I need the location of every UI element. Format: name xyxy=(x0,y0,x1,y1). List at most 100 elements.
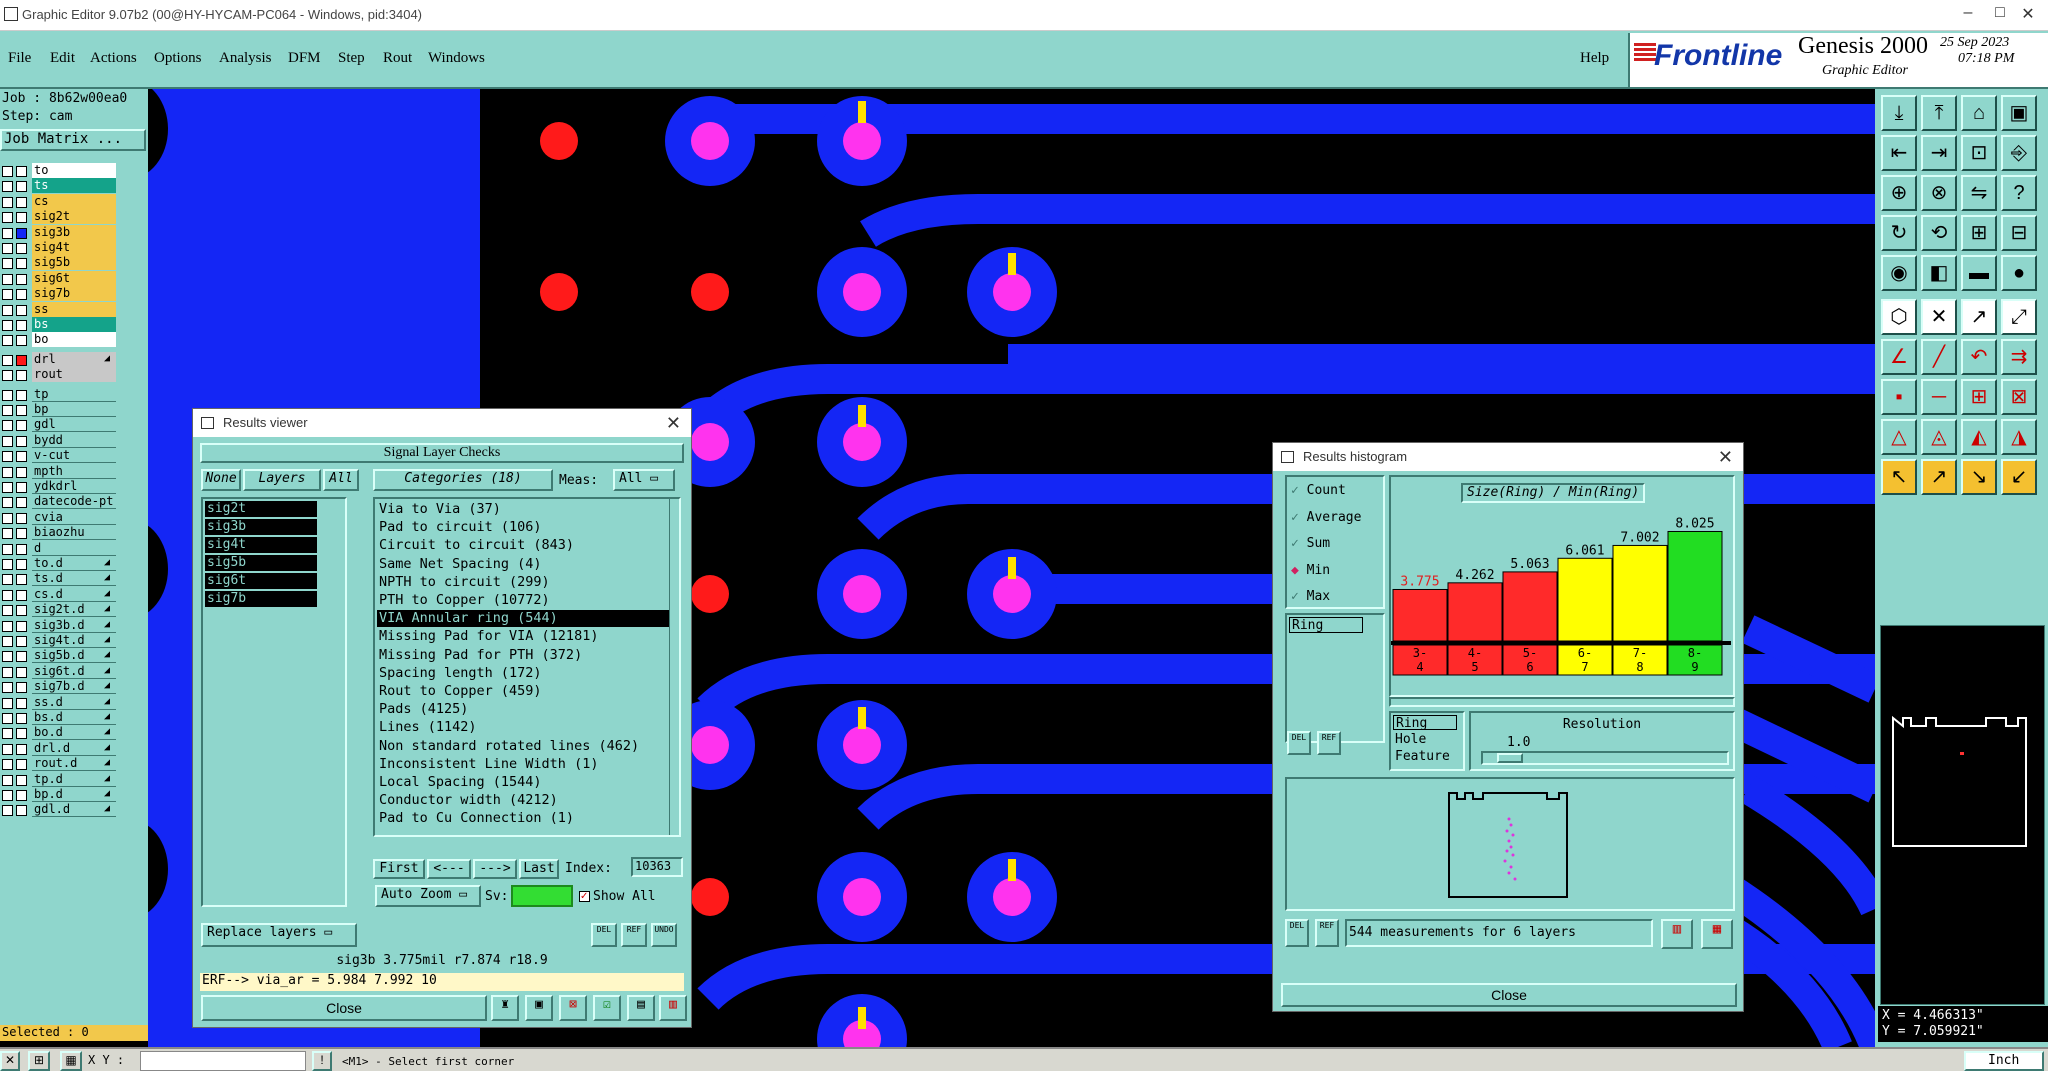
category-item[interactable]: Via to Via (37) xyxy=(377,501,669,518)
delete-icon[interactable]: DEL xyxy=(1287,731,1311,755)
layer-row[interactable]: bydd xyxy=(0,432,118,449)
layer-row[interactable]: sig6t xyxy=(0,270,118,287)
layers-button[interactable]: Layers xyxy=(243,469,321,491)
meas-select[interactable]: All ▭ xyxy=(613,469,675,491)
layer-checkbox[interactable] xyxy=(2,354,13,366)
result-layer-item[interactable]: sig6t xyxy=(205,573,317,589)
menu-analysis[interactable]: Analysis xyxy=(219,50,272,67)
flip-icon[interactable]: ⇉ xyxy=(2001,339,2037,375)
layer-checkbox[interactable] xyxy=(2,636,13,647)
units-select[interactable]: Inch xyxy=(1964,1051,2044,1071)
layer-checkbox[interactable] xyxy=(2,289,13,301)
category-item[interactable]: Missing Pad for PTH (372) xyxy=(377,647,669,664)
result-layer-item[interactable]: sig2t xyxy=(205,501,317,517)
right-icon[interactable]: ⇥ xyxy=(1921,135,1957,171)
chart-scrollbar[interactable] xyxy=(1389,697,1735,707)
mark-icon[interactable]: ⊠ xyxy=(559,995,587,1021)
minimap[interactable] xyxy=(1880,625,2045,1005)
option-max[interactable]: ✓ Max xyxy=(1291,589,1330,604)
layer-checkbox[interactable] xyxy=(2,697,13,709)
stretch-icon[interactable]: ⤢ xyxy=(2001,299,2037,335)
layer-row[interactable]: tp xyxy=(0,386,118,403)
layer-affected-checkbox[interactable] xyxy=(16,389,27,401)
type-item[interactable]: Ring xyxy=(1393,715,1457,731)
close-button[interactable]: Close xyxy=(201,995,487,1021)
check-icon[interactable]: ☑ xyxy=(593,995,621,1021)
layer-checkbox[interactable] xyxy=(2,759,13,771)
categories-button[interactable]: Categories (18) xyxy=(373,469,553,491)
histogram-bar[interactable] xyxy=(1447,582,1503,642)
undo-icon[interactable]: ⟲ xyxy=(1921,215,1957,251)
layer-checkbox[interactable] xyxy=(2,420,13,432)
category-item[interactable]: Pad to Cu Connection (1) xyxy=(377,810,669,827)
layer-affected-checkbox[interactable] xyxy=(16,559,27,570)
layer-affected-checkbox[interactable] xyxy=(16,405,27,416)
ref-icon[interactable]: REF xyxy=(621,923,647,947)
select-icon[interactable]: ▦ xyxy=(1701,919,1733,949)
slider-handle[interactable] xyxy=(1497,753,1523,763)
dash-icon[interactable]: ─ xyxy=(1921,379,1957,415)
layer-checkbox[interactable] xyxy=(2,728,13,740)
histogram-bar[interactable] xyxy=(1667,530,1723,642)
layer-row[interactable]: sig4t xyxy=(0,240,118,256)
layer-affected-checkbox[interactable] xyxy=(16,528,27,540)
layer-checkbox[interactable] xyxy=(2,166,13,177)
layer-checkbox[interactable] xyxy=(2,181,13,193)
layer-checkbox[interactable] xyxy=(2,620,13,632)
layer-row[interactable]: biaozhu xyxy=(0,525,118,541)
layer-checkbox[interactable] xyxy=(2,451,13,463)
layer-affected-checkbox[interactable] xyxy=(16,370,27,382)
layer-affected-checkbox[interactable] xyxy=(16,512,27,524)
layer-checkbox[interactable] xyxy=(2,243,13,254)
category-item[interactable]: Missing Pad for VIA (12181) xyxy=(377,628,669,645)
category-item[interactable]: Inconsistent Line Width (1) xyxy=(377,756,669,773)
cursor-a-icon[interactable]: ↖ xyxy=(1881,459,1917,495)
layer-checkbox[interactable] xyxy=(2,435,13,447)
del-grid-icon[interactable]: ⊠ xyxy=(2001,379,2037,415)
category-item[interactable]: Spacing length (172) xyxy=(377,665,669,682)
layer-row[interactable]: sig7b.d ◢ xyxy=(0,679,118,695)
zoom-icon[interactable]: ♜ xyxy=(491,995,519,1021)
layer-checkbox[interactable] xyxy=(2,774,13,786)
histogram-bar[interactable] xyxy=(1392,588,1448,642)
layer-checkbox[interactable] xyxy=(2,559,13,570)
layer-checkbox[interactable] xyxy=(2,713,13,724)
category-item[interactable]: NPTH to circuit (299) xyxy=(377,574,669,591)
layer-affected-checkbox[interactable] xyxy=(16,304,27,316)
delete-icon[interactable]: DEL xyxy=(1285,919,1309,947)
layer-checkbox[interactable] xyxy=(2,212,13,224)
help-icon[interactable]: ? xyxy=(2001,175,2037,211)
layer-affected-checkbox[interactable] xyxy=(16,181,27,193)
layer-checkbox[interactable] xyxy=(2,227,13,239)
result-layer-item[interactable]: sig3b xyxy=(205,519,317,535)
layer-row[interactable]: v-cut xyxy=(0,448,118,464)
layer-checkbox[interactable] xyxy=(2,497,13,509)
layer-affected-checkbox[interactable] xyxy=(16,420,27,432)
layer-checkbox[interactable] xyxy=(2,651,13,663)
export-icon[interactable]: ▥ xyxy=(1661,919,1693,949)
layer-row[interactable]: sig2t xyxy=(0,209,118,225)
layer-checkbox[interactable] xyxy=(2,405,13,416)
layer-affected-checkbox[interactable] xyxy=(16,166,27,177)
category-item[interactable]: Pads (4125) xyxy=(377,701,669,718)
close-icon[interactable]: ✕ xyxy=(1718,443,1733,471)
layer-checkbox[interactable] xyxy=(2,304,13,316)
pad-icon[interactable]: ◉ xyxy=(1881,255,1917,291)
layer-affected-checkbox[interactable] xyxy=(16,805,27,817)
category-item[interactable]: Same Net Spacing (4) xyxy=(377,556,669,573)
table-icon[interactable]: ⊟ xyxy=(2001,215,2037,251)
replace-layers-select[interactable]: Replace layers ▭ xyxy=(201,923,357,947)
layer-affected-checkbox[interactable] xyxy=(16,759,27,771)
layer-results-list[interactable]: sig2t sig3b sig4t sig5b sig6t sig7b xyxy=(201,497,347,907)
type-item[interactable]: Feature xyxy=(1393,749,1457,764)
histogram-icon[interactable]: ▥ xyxy=(659,995,687,1021)
histogram-close-button[interactable]: Close xyxy=(1281,983,1737,1007)
layer-row[interactable]: to.d ◢ xyxy=(0,556,118,572)
close-icon[interactable]: ✕ xyxy=(2008,4,2048,26)
menu-dfm[interactable]: DFM xyxy=(288,50,321,67)
home-icon[interactable]: ⌂ xyxy=(1961,95,1997,131)
menu-help[interactable]: Help xyxy=(1580,50,1609,67)
grid-icon[interactable]: ⊞ xyxy=(28,1051,50,1071)
layer-checkbox[interactable] xyxy=(2,805,13,817)
option-count[interactable]: ✓ Count xyxy=(1291,483,1346,498)
